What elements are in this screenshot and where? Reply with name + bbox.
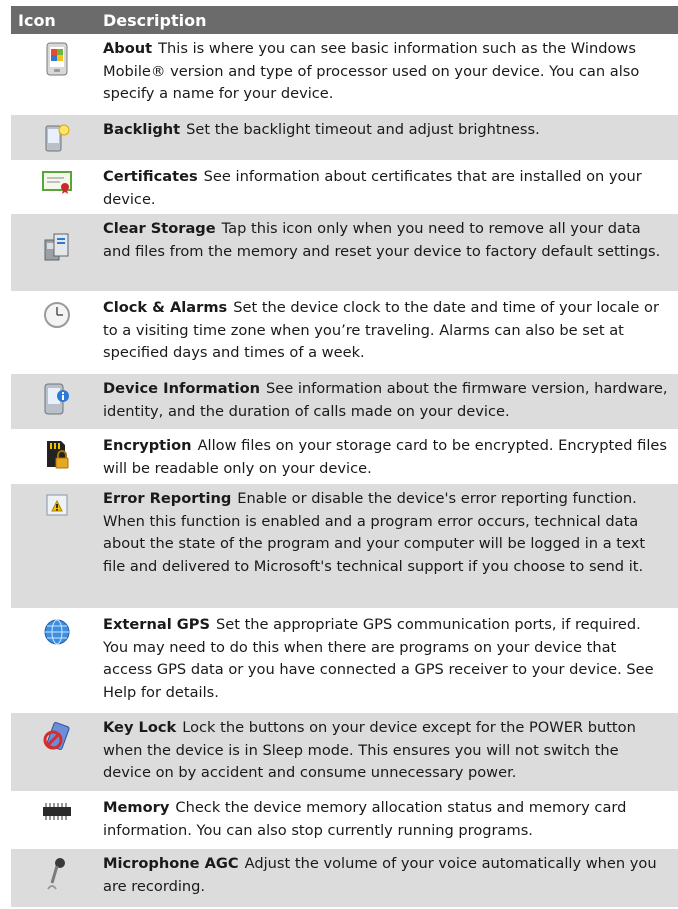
table-row: Encryption Allow files on your storage ca… — [11, 431, 678, 484]
table-row: Device Information See information about … — [11, 374, 678, 431]
backlight-icon — [11, 115, 103, 153]
encryption-icon — [11, 431, 103, 471]
table-row: Clear Storage Tap this icon only when you… — [11, 214, 678, 293]
setting-description: Check the device memory allocation statu… — [103, 799, 627, 839]
key-lock-icon — [11, 713, 103, 751]
error-report-icon — [11, 484, 103, 518]
device-info-icon — [11, 374, 103, 416]
table-row: Key Lock Lock the buttons on your device … — [11, 713, 678, 793]
setting-name: Error Reporting — [103, 490, 232, 507]
setting-name: Microphone AGC — [103, 855, 239, 872]
setting-name: Clock & Alarms — [103, 299, 228, 316]
setting-name: About — [103, 40, 153, 57]
setting-description: This is where you can see basic informat… — [103, 40, 640, 102]
table-row: Certificates See information about certif… — [11, 162, 678, 214]
memory-chip-icon — [11, 793, 103, 823]
setting-name: Key Lock — [103, 719, 177, 736]
setting-description: Set the backlight timeout and adjust bri… — [186, 121, 540, 138]
setting-name: Clear Storage — [103, 220, 216, 237]
table-row: About This is where you can see basic inf… — [11, 34, 678, 115]
table-row: Clock & Alarms Set the device clock to th… — [11, 293, 678, 374]
setting-description: Lock the buttons on your device except f… — [103, 719, 636, 781]
setting-name: Backlight — [103, 121, 181, 138]
globe-icon — [11, 610, 103, 646]
clear-storage-icon — [11, 214, 103, 262]
table-header: Icon Description — [11, 6, 678, 34]
certificate-icon — [11, 162, 103, 194]
header-icon-label: Icon — [18, 10, 56, 30]
setting-name: External GPS — [103, 616, 210, 633]
table-row: Memory Check the device memory allocation… — [11, 793, 678, 849]
microphone-icon — [11, 849, 103, 891]
setting-name: Memory — [103, 799, 170, 816]
table-row: Microphone AGC Adjust the volume of your … — [11, 849, 678, 909]
setting-name: Encryption — [103, 437, 192, 454]
header-description-label: Description — [103, 10, 207, 30]
table-row: External GPS Set the appropriate GPS comm… — [11, 610, 678, 713]
settings-icon-table: Icon Description About This is where you … — [11, 6, 678, 909]
about-phone-icon — [11, 34, 103, 76]
clock-icon — [11, 293, 103, 329]
setting-name: Device Information — [103, 380, 260, 397]
table-row: Error Reporting Enable or disable the dev… — [11, 484, 678, 610]
table-row: Backlight Set the backlight timeout and a… — [11, 115, 678, 162]
setting-name: Certificates — [103, 168, 198, 185]
